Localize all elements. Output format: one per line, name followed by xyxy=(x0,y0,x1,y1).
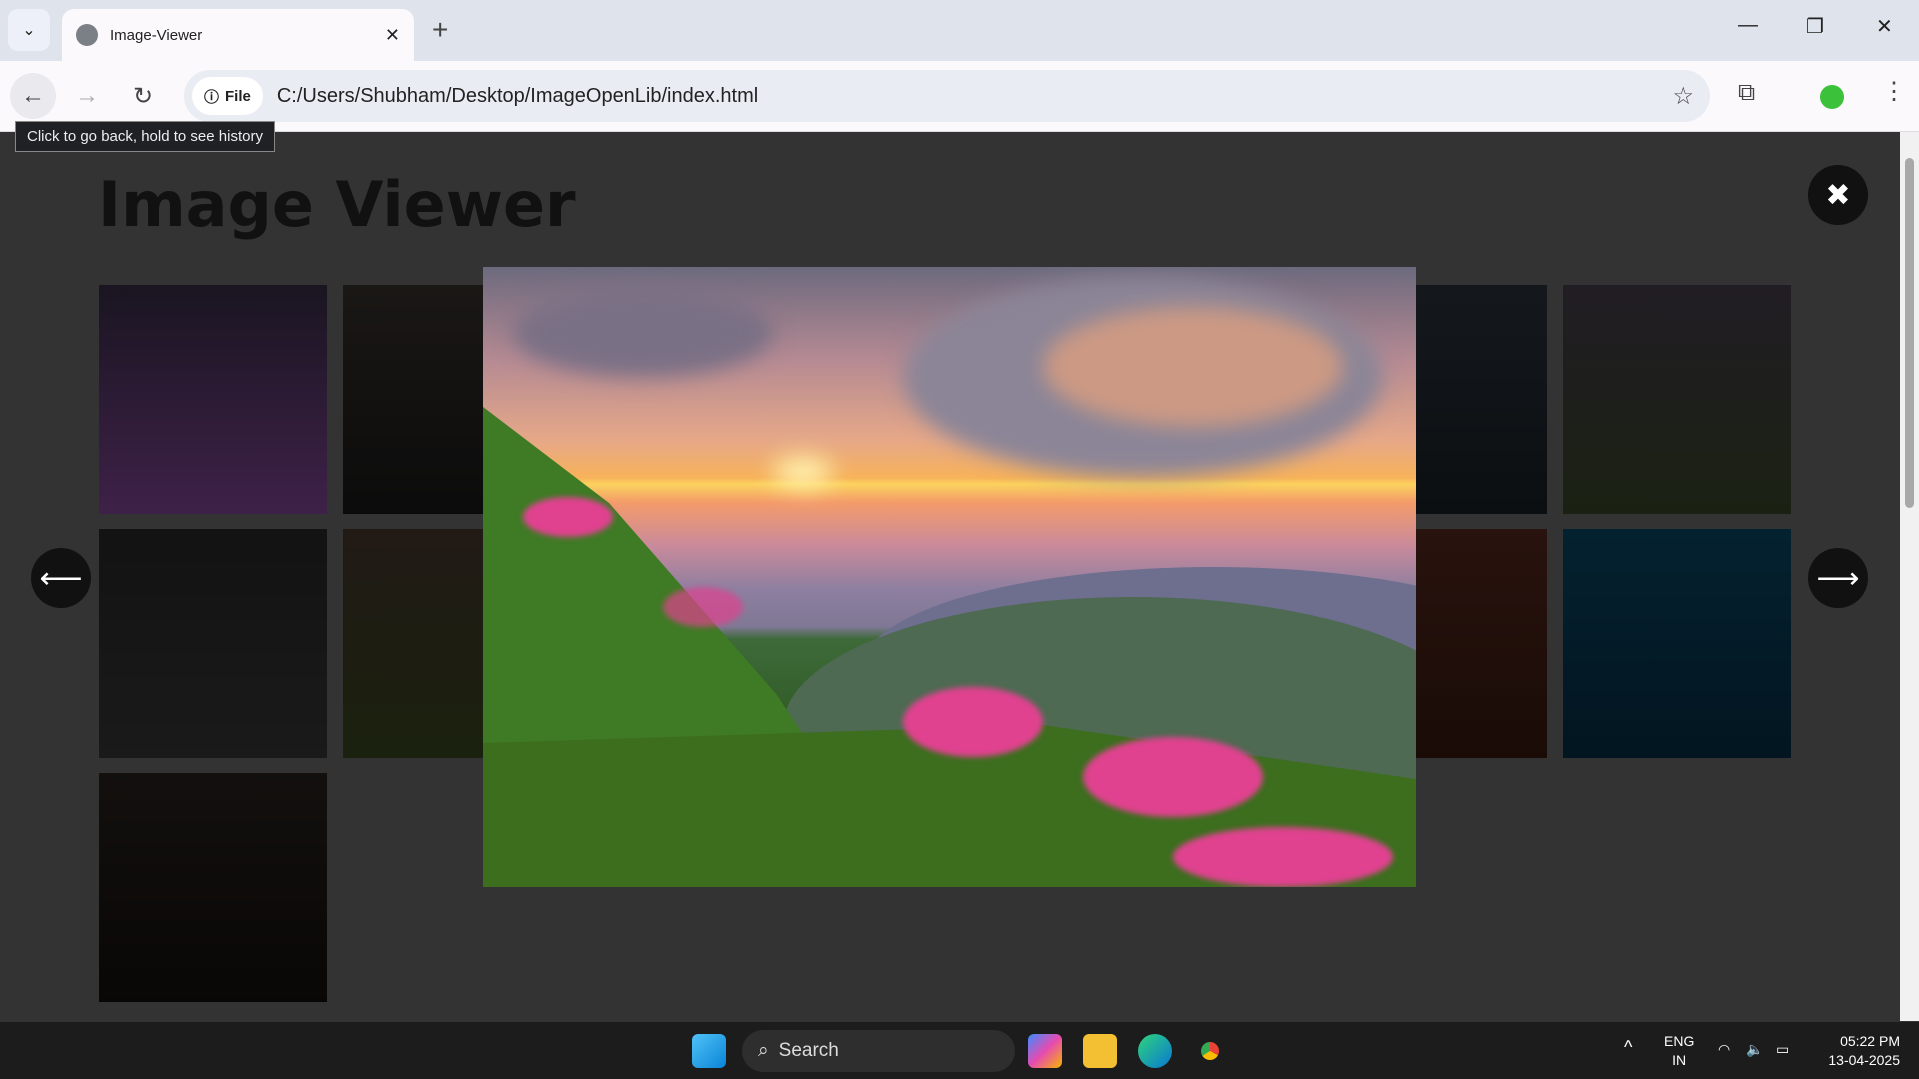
taskbar: ⌕ Search ^ ENG IN ◠ 🔈 ▭ 05:22 PM 13-04-2025 xyxy=(0,1021,1919,1079)
close-icon: ✖ xyxy=(1825,178,1851,212)
site-info-chip[interactable]: ⓘ File xyxy=(192,77,263,115)
clock[interactable]: 05:22 PM 13-04-2025 xyxy=(1812,1032,1900,1070)
tab-strip: ⌄ Image-Viewer ✕ + — ❐ ✕ xyxy=(0,0,1919,61)
tab-image-viewer[interactable]: Image-Viewer ✕ xyxy=(62,9,414,61)
back-button[interactable]: ← xyxy=(10,73,56,119)
browser-toolbar: ← → ↻ ⓘ File C:/Users/Shubham/Desktop/Ima… xyxy=(0,61,1919,132)
chevron-down-icon: ⌄ xyxy=(22,22,36,39)
thumbnail-mountains[interactable] xyxy=(1563,285,1791,514)
wifi-icon[interactable]: ◠ xyxy=(1718,1040,1730,1059)
file-label: File xyxy=(225,87,251,105)
thumbnail-dim-overlay xyxy=(99,529,327,758)
thumbnail-old-man-portrait[interactable] xyxy=(99,773,327,1002)
info-icon: ⓘ xyxy=(204,88,220,106)
lightbox-image xyxy=(483,267,1416,887)
close-tab-icon[interactable]: ✕ xyxy=(385,25,400,46)
previous-image-button[interactable]: ⟵ xyxy=(31,548,91,608)
edge-icon[interactable] xyxy=(1138,1034,1172,1068)
profile-avatar[interactable] xyxy=(1820,85,1844,109)
next-image-button[interactable]: ⟶ xyxy=(1808,548,1868,608)
new-tab-button[interactable]: + xyxy=(432,14,448,46)
volume-icon[interactable]: 🔈 xyxy=(1746,1040,1763,1059)
window-close-button[interactable]: ✕ xyxy=(1876,14,1893,39)
tab-title: Image-Viewer xyxy=(110,26,203,44)
language-indicator[interactable]: ENG IN xyxy=(1664,1032,1694,1070)
lang-code: ENG xyxy=(1664,1033,1695,1049)
page-content: Image Viewer ✖ ⟵ ⟶ xyxy=(0,132,1900,1021)
copilot-icon[interactable] xyxy=(1028,1034,1062,1068)
windows-start-icon[interactable] xyxy=(692,1034,726,1068)
search-icon: ⌕ xyxy=(758,1040,769,1061)
restore-button[interactable]: ❐ xyxy=(1806,14,1824,39)
thumbnail-dim-overlay xyxy=(99,285,327,514)
arrow-right-icon: ⟶ xyxy=(1816,561,1860,595)
region-code: IN xyxy=(1672,1052,1687,1068)
url-text[interactable]: C:/Users/Shubham/Desktop/ImageOpenLib/in… xyxy=(277,85,758,108)
search-label: Search xyxy=(778,1040,839,1061)
time: 05:22 PM xyxy=(1840,1033,1900,1049)
scrollbar-thumb[interactable] xyxy=(1905,158,1914,508)
thumbnail-screenshot-dialog[interactable] xyxy=(99,529,327,758)
arrow-left-icon: ⟵ xyxy=(39,561,83,595)
chrome-icon[interactable] xyxy=(1193,1034,1227,1068)
back-tooltip: Click to go back, hold to see history xyxy=(15,121,275,152)
thumbnail-dim-overlay xyxy=(1563,285,1791,514)
minimize-button[interactable]: — xyxy=(1738,14,1758,37)
thumbnail-dim-overlay xyxy=(1563,529,1791,758)
tab-search-button[interactable]: ⌄ xyxy=(8,9,50,51)
close-viewer-button[interactable]: ✖ xyxy=(1808,165,1868,225)
menu-icon[interactable]: ⋮ xyxy=(1882,77,1906,106)
date: 13-04-2025 xyxy=(1828,1052,1900,1068)
battery-icon[interactable]: ▭ xyxy=(1776,1040,1789,1059)
page-title: Image Viewer xyxy=(98,168,576,241)
thumbnail-blue-abstract[interactable] xyxy=(1563,529,1791,758)
thumbnail-sunset-flowers[interactable] xyxy=(99,285,327,514)
address-bar[interactable]: ⓘ File C:/Users/Shubham/Desktop/ImageOpen… xyxy=(184,70,1710,122)
bookmark-star-icon[interactable]: ☆ xyxy=(1672,82,1694,111)
thumbnail-dim-overlay xyxy=(99,773,327,1002)
reload-button[interactable]: ↻ xyxy=(120,73,166,119)
extensions-icon[interactable]: ⧉ xyxy=(1738,79,1755,107)
page-scrollbar[interactable] xyxy=(1900,132,1919,1021)
file-explorer-icon[interactable] xyxy=(1083,1034,1117,1068)
tray-chevron-icon[interactable]: ^ xyxy=(1624,1038,1632,1057)
forward-button[interactable]: → xyxy=(64,73,110,119)
globe-icon xyxy=(76,24,98,46)
taskbar-search[interactable]: ⌕ Search xyxy=(742,1030,1015,1072)
